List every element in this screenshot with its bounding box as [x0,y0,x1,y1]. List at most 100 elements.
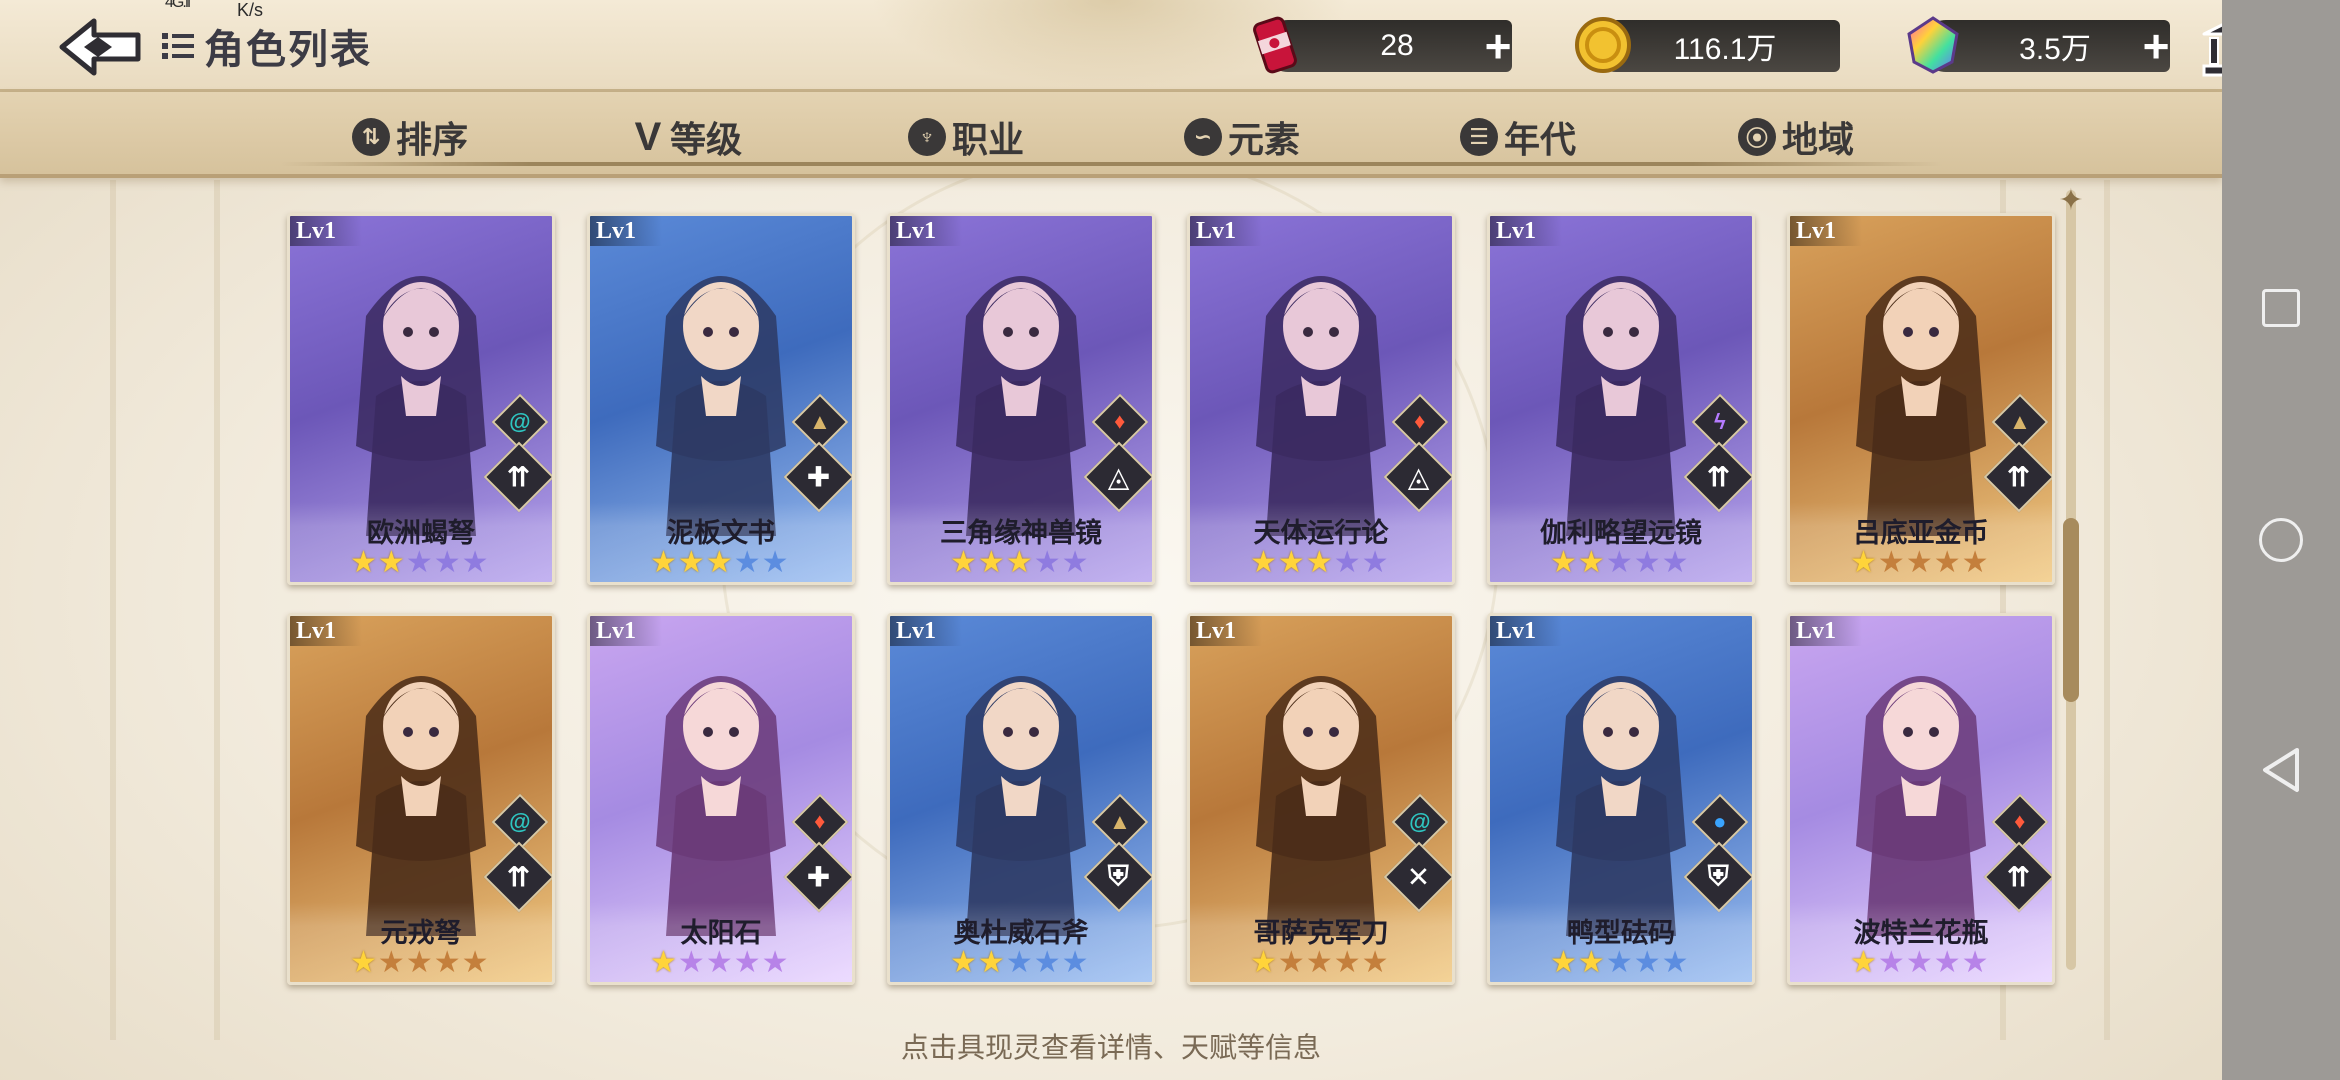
star-empty-icon: ★ [377,946,405,979]
star-empty-icon: ★ [1633,546,1661,579]
character-name: 波特兰花瓶 [1853,918,1989,948]
star-empty-icon: ★ [461,546,489,579]
star-filled-icon: ★ [350,946,377,979]
character-card[interactable]: Lv1 @ ⇈ 元戎弩 ★ ★ ★ ★ ★ [287,613,555,985]
character-card[interactable]: Lv1 ▲ ⛨ 奥杜威石斧 ★ ★ ★ ★ ★ [887,613,1155,985]
character-name: 太阳石 [680,918,762,948]
level-badge: Lv1 [1190,616,1263,646]
star-empty-icon: ★ [1605,546,1633,579]
star-empty-icon: ★ [1961,546,1989,579]
cola-can-icon [1253,16,1297,74]
scrollbar-cap-ornament: ✦ [2058,184,2084,217]
star-empty-icon: ★ [1661,946,1689,979]
bottom-hint: 点击具现灵查看详情、天赋等信息 [900,1032,1321,1063]
filter-region[interactable]: ⦿ 地域 [1738,114,1854,160]
left-pillar-decoration [110,180,220,1040]
character-card[interactable]: Lv1 ♦ ✚ 太阳石 ★ ★ ★ ★ ★ [587,613,855,985]
star-filled-icon: ★ [1277,546,1305,579]
star-filled-icon: ★ [950,946,977,979]
character-name: 伽利略望远镜 [1540,518,1702,548]
star-empty-icon: ★ [733,946,761,979]
filter-class[interactable]: ♆ 职业 [908,114,1024,160]
add-cola-button[interactable]: + [1476,23,1520,69]
star-empty-icon: ★ [1333,946,1361,979]
scrollbar-thumb[interactable] [2063,517,2079,702]
level-badge: Lv1 [590,216,663,246]
filter-era[interactable]: ☰ 年代 [1460,114,1576,160]
character-portrait [1256,276,1386,536]
filter-era-label: 年代 [1504,119,1577,160]
system-back-button[interactable] [2222,730,2340,810]
star-empty-icon: ★ [705,946,733,979]
filter-sort-label: 排序 [396,119,469,160]
star-filled-icon: ★ [350,546,377,579]
star-empty-icon: ★ [1033,946,1061,979]
star-rating: ★ ★ ★ ★ ★ [1250,548,1389,578]
character-card[interactable]: Lv1 ♦ ◬ 三角缘神兽镜 ★ ★ ★ ★ ★ [887,213,1155,585]
star-filled-icon: ★ [1577,546,1605,579]
resource-gold: 116.1万 [1575,17,1840,73]
star-empty-icon: ★ [433,546,461,579]
star-empty-icon: ★ [1361,946,1389,979]
character-card[interactable]: Lv1 @ ✕ 哥萨克军刀 ★ ★ ★ ★ ★ [1187,613,1455,985]
star-filled-icon: ★ [1550,546,1577,579]
character-card[interactable]: Lv1 ϟ ⇈ 伽利略望远镜 ★ ★ ★ ★ ★ [1487,213,1755,585]
star-rating: ★ ★ ★ ★ ★ [950,948,1089,978]
recent-apps-button[interactable] [2222,268,2340,348]
filter-region-label: 地域 [1782,119,1855,160]
star-filled-icon: ★ [1850,946,1877,979]
level-badge: Lv1 [890,616,963,646]
circle-icon [2259,518,2303,562]
back-arrow-icon [59,18,141,76]
character-name: 元戎弩 [380,918,462,948]
filter-level[interactable]: V 等级 [632,114,742,161]
filter-element[interactable]: ∽ 元素 [1184,114,1300,160]
star-rating: ★ ★ ★ ★ ★ [650,548,789,578]
filter-element-label: 元素 [1228,119,1301,160]
character-portrait [356,276,486,536]
character-card[interactable]: Lv1 ♦ ⇈ 波特兰花瓶 ★ ★ ★ ★ ★ [1787,613,2055,985]
character-card[interactable]: Lv1 ▲ ✚ 泥板文书 ★ ★ ★ ★ ★ [587,213,855,585]
star-empty-icon: ★ [1905,946,1933,979]
star-empty-icon: ★ [1277,946,1305,979]
star-empty-icon: ★ [1661,546,1689,579]
character-card[interactable]: Lv1 ♦ ◬ 天体运行论 ★ ★ ★ ★ ★ [1187,213,1455,585]
character-grid: Lv1 @ ⇈ 欧洲蝎弩 ★ ★ ★ ★ ★ Lv1 ▲ ✚ 泥板文书 ★ ★ ★ ★ ★ Lv1 ♦ ◬ 三角缘神兽镜 ★… [287,213,2055,985]
star-empty-icon: ★ [1605,946,1633,979]
level-badge: Lv1 [1190,216,1263,246]
home-button[interactable] [2222,500,2340,580]
character-name: 天体运行论 [1253,518,1389,548]
star-rating: ★ ★ ★ ★ ★ [1550,548,1689,578]
rainbow-gem-icon [1907,16,1959,74]
level-icon: V [634,114,662,159]
sort-icon: ⇅ [352,118,390,156]
add-gem-button[interactable]: + [2134,23,2178,69]
filter-class-label: 职业 [952,119,1025,160]
filter-bar: ⇅ 排序 V 等级 ♆ 职业 ∽ 元素 ☰ 年代 ⦿ 地域 [0,92,2222,178]
level-badge: Lv1 [1490,216,1563,246]
character-name: 泥板文书 [667,518,775,548]
star-empty-icon: ★ [1933,946,1961,979]
level-badge: Lv1 [1490,616,1563,646]
character-card[interactable]: Lv1 @ ⇈ 欧洲蝎弩 ★ ★ ★ ★ ★ [287,213,555,585]
character-name: 吕底亚金币 [1853,518,1989,548]
star-empty-icon: ★ [1061,546,1089,579]
back-button[interactable] [50,12,150,82]
star-empty-icon: ★ [1633,946,1661,979]
level-badge: Lv1 [290,216,363,246]
star-filled-icon: ★ [1305,546,1333,579]
star-filled-icon: ★ [650,546,677,579]
star-rating: ★ ★ ★ ★ ★ [950,548,1089,578]
filter-sort[interactable]: ⇅ 排序 [352,114,468,160]
star-rating: ★ ★ ★ ★ ★ [350,548,489,578]
star-filled-icon: ★ [1250,546,1277,579]
page-title: 角色列表 [204,28,372,72]
character-card[interactable]: Lv1 ● ⛨ 鸭型砝码 ★ ★ ★ ★ ★ [1487,613,1755,985]
character-card[interactable]: Lv1 ▲ ⇈ 吕底亚金币 ★ ★ ★ ★ ★ [1787,213,2055,585]
system-navigation-bar [2222,0,2340,1080]
resource-gem: 3.5万 + [1907,16,2170,74]
star-filled-icon: ★ [977,546,1005,579]
star-filled-icon: ★ [1577,946,1605,979]
era-icon: ☰ [1460,118,1498,156]
star-empty-icon: ★ [1033,546,1061,579]
